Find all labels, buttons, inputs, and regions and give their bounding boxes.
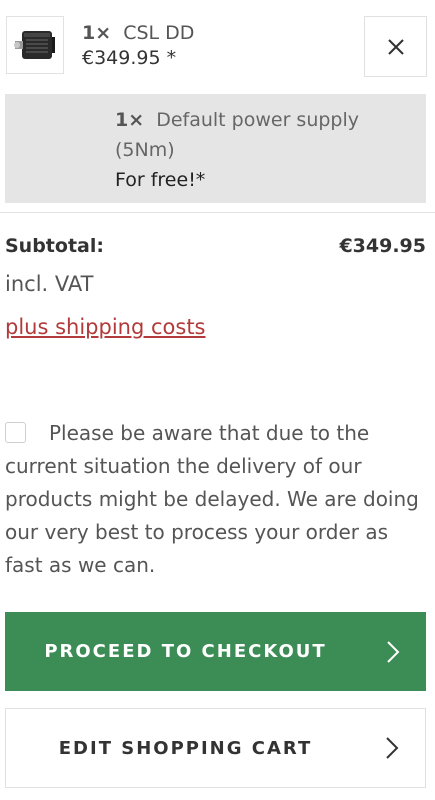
subtotal-label: Subtotal: <box>5 235 104 257</box>
edit-cart-label: EDIT SHOPPING CART <box>58 737 313 759</box>
bundle-name: Default power supply <box>156 109 359 131</box>
close-icon <box>387 38 404 55</box>
edit-shopping-cart-button[interactable]: EDIT SHOPPING CART <box>5 708 426 788</box>
subtotal-value: €349.95 <box>339 235 426 257</box>
product-thumbnail[interactable] <box>6 16 64 74</box>
notice-checkbox[interactable] <box>5 422 26 443</box>
vat-note: incl. VAT <box>5 272 94 296</box>
item-name[interactable]: CSL DD <box>123 22 194 44</box>
checkout-label: PROCEED TO CHECKOUT <box>44 641 327 662</box>
cart-item: 1× CSL DD €349.95 * <box>0 0 435 92</box>
remove-item-button[interactable] <box>364 16 427 77</box>
item-quantity: 1× <box>82 22 112 44</box>
item-price: €349.95 * <box>82 47 177 69</box>
chevron-right-icon <box>387 640 400 663</box>
shipping-costs-link[interactable]: plus shipping costs <box>5 315 206 339</box>
delivery-notice: Please be aware that due to the current … <box>5 417 425 582</box>
divider <box>0 212 435 213</box>
chevron-right-icon <box>386 737 399 759</box>
proceed-to-checkout-button[interactable]: PROCEED TO CHECKOUT <box>5 612 426 691</box>
wheel-base-product-icon <box>14 31 55 59</box>
bundle-item: 1× Default power supply (5Nm) For free!* <box>5 94 426 203</box>
bundle-quantity: 1× <box>115 109 145 131</box>
product-info: 1× CSL DD €349.95 * <box>82 21 194 71</box>
bundle-price: For free!* <box>115 169 206 191</box>
bundle-name-detail: (5Nm) <box>115 139 175 161</box>
notice-text: Please be aware that due to the current … <box>5 421 419 577</box>
